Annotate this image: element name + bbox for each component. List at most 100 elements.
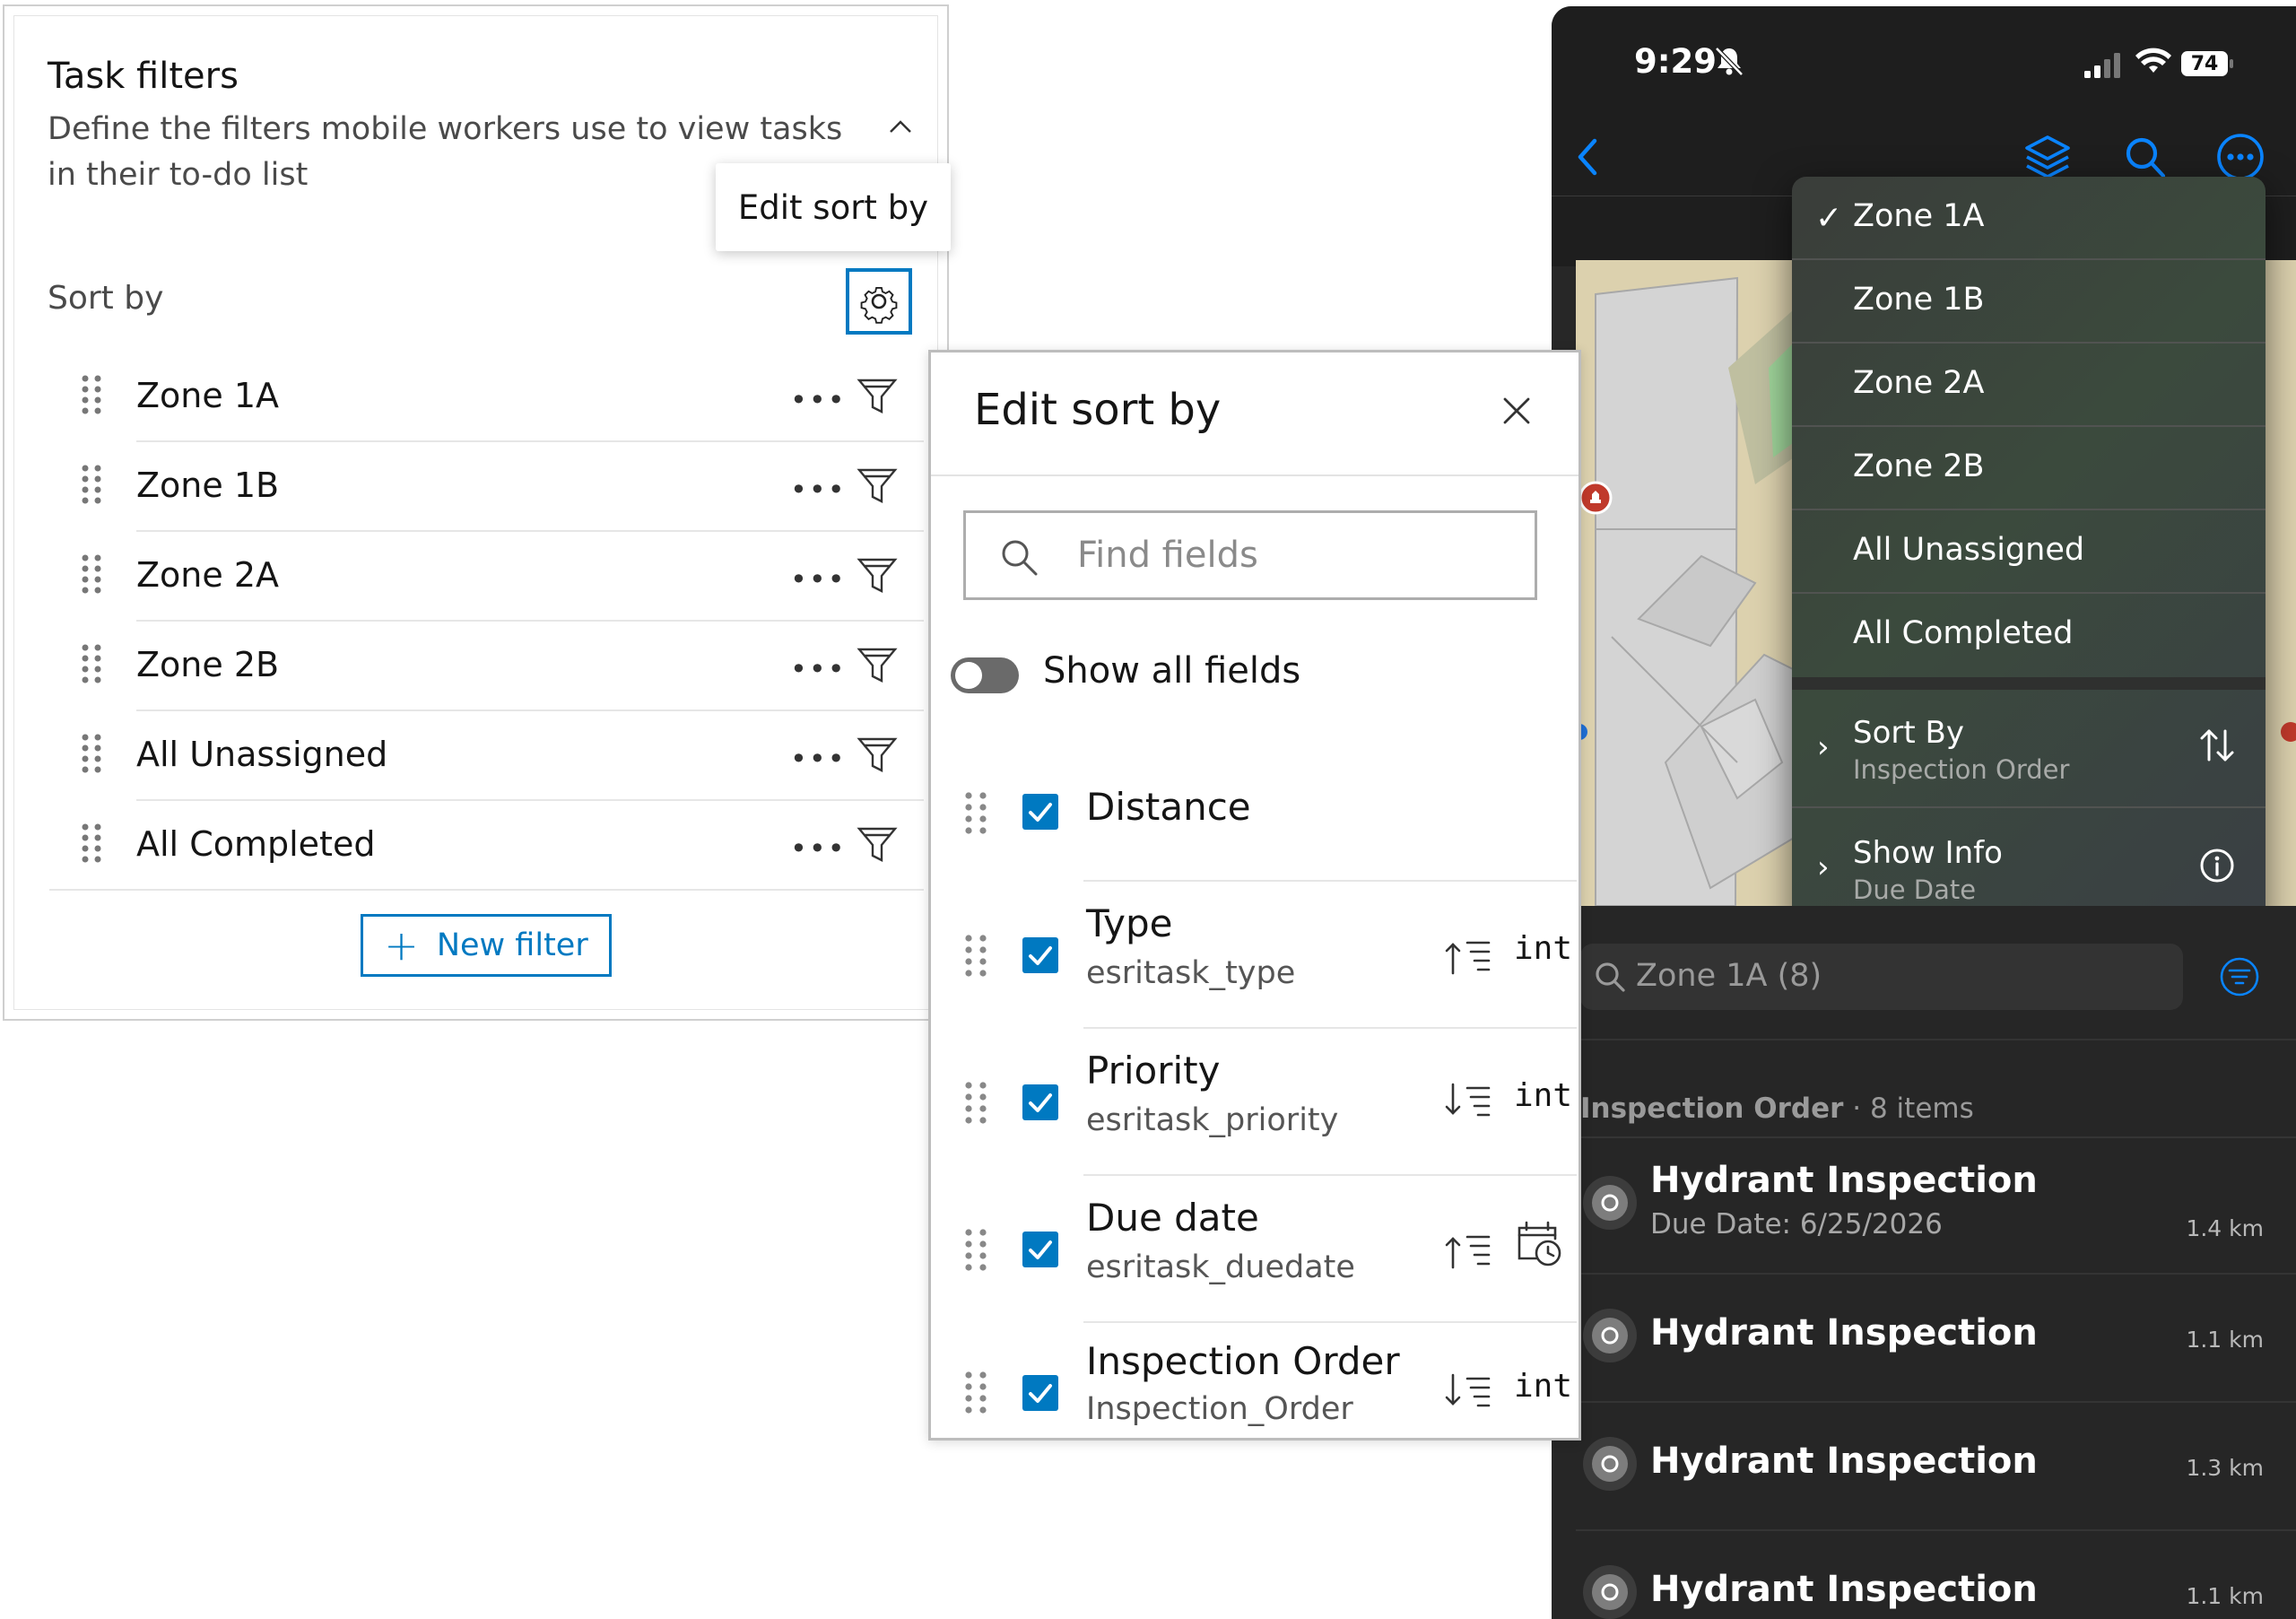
new-filter-label: New filter [436,927,588,963]
find-fields-input[interactable]: Find fields [963,510,1537,600]
menu-item-all-unassigned[interactable]: All Unassigned [1792,510,2266,594]
edit-sort-title: Edit sort by [974,385,1222,435]
field-name: Due date [1086,1196,1259,1240]
drag-handle-icon[interactable] [963,1080,988,1125]
field-checkbox[interactable] [1022,794,1058,830]
sort-field-row[interactable]: Due date esritask_duedate [931,1176,1577,1323]
filter-row[interactable]: Zone 2A ••• [49,532,924,622]
new-filter-button[interactable]: + New filter [361,914,612,977]
field-checkbox[interactable] [1022,1232,1058,1267]
filter-label: Zone 2A [136,555,279,595]
drag-handle-icon[interactable] [963,1227,988,1272]
field-checkbox[interactable] [1022,1375,1058,1411]
field-type-badge: int [1514,930,1573,967]
drag-handle-icon[interactable] [80,643,103,684]
task-status-icon [1583,1309,1637,1362]
sort-field-row[interactable]: Distance [931,747,1577,882]
drag-handle-icon[interactable] [80,553,103,595]
sort-descending-icon[interactable] [1444,1081,1494,1122]
task-title: Hydrant Inspection [1650,1441,2038,1482]
task-list-item[interactable]: Hydrant Inspection 1.1 km [1576,1529,2296,1619]
filter-label: All Unassigned [136,735,388,774]
show-info-value: Due Date [1853,875,1977,905]
show-all-fields-toggle[interactable] [951,657,1019,693]
back-chevron-icon[interactable] [1570,132,1605,182]
task-subtitle: Due Date: 6/25/2026 [1650,1208,1943,1240]
filter-row[interactable]: Zone 2B ••• [49,622,924,711]
task-distance: 1.4 km [2186,1215,2264,1241]
more-options-icon[interactable]: ••• [790,742,847,776]
sort-ascending-icon[interactable] [1444,1230,1494,1271]
funnel-icon[interactable] [857,735,898,776]
drag-handle-icon[interactable] [80,823,103,864]
sort-ascending-icon[interactable] [1444,936,1494,977]
more-options-icon[interactable]: ••• [790,383,847,417]
filter-row[interactable]: Zone 1B ••• [49,442,924,532]
funnel-icon[interactable] [857,555,898,596]
field-checkbox[interactable] [1022,937,1058,973]
search-icon [1002,540,1038,576]
more-circle-icon[interactable] [2215,132,2266,182]
filter-label: All Completed [136,824,376,864]
task-list-item[interactable]: Hydrant Inspection 1.1 km [1576,1273,2296,1401]
menu-item-zone-1a[interactable]: ✓ Zone 1A [1792,177,2266,260]
funnel-icon[interactable] [857,824,898,866]
funnel-icon[interactable] [857,645,898,686]
field-alias: esritask_type [1086,955,1296,991]
task-distance: 1.1 km [2186,1327,2264,1353]
edit-sort-by-button[interactable] [846,268,912,335]
filter-row[interactable]: All Unassigned ••• [49,711,924,801]
more-options-icon[interactable]: ••• [790,473,847,507]
drag-handle-icon[interactable] [963,1370,988,1414]
sort-descending-icon[interactable] [1444,1371,1494,1413]
group-count: · 8 items [1852,1092,1974,1125]
sort-field-row[interactable]: Type esritask_type int [931,882,1577,1029]
battery-tip [2230,59,2233,68]
task-search-field[interactable]: Zone 1A (8) [1580,944,2183,1010]
drag-handle-icon[interactable] [80,464,103,505]
menu-sort-by[interactable]: › Sort By Inspection Order [1792,690,2266,808]
filter-row[interactable]: All Completed ••• [49,801,924,891]
task-marker-icon[interactable] [1578,480,1613,516]
sort-field-row[interactable]: Inspection Order Inspection_Order int [931,1323,1577,1440]
find-fields-placeholder: Find fields [1077,535,1258,576]
task-list-item[interactable]: Hydrant Inspection Due Date: 6/25/2026 1… [1576,1136,2296,1273]
menu-item-zone-1b[interactable]: Zone 1B [1792,260,2266,344]
mobile-app-screen: 9:29 74 ✓ Zone 1A Zone 1B Zone 2A Zone 2… [1552,6,2296,1619]
info-icon [2200,849,2234,883]
task-list-item[interactable]: Hydrant Inspection 1.3 km [1576,1401,2296,1529]
funnel-icon[interactable] [857,376,898,417]
menu-item-zone-2b[interactable]: Zone 2B [1792,427,2266,510]
funnel-icon[interactable] [857,466,898,507]
field-checkbox[interactable] [1022,1084,1058,1120]
search-icon[interactable] [2122,132,2169,182]
menu-item-label: Zone 1A [1853,198,1985,234]
filter-row[interactable]: Zone 1A ••• [49,353,924,442]
filter-label: Zone 1B [136,466,280,505]
close-icon[interactable] [1496,390,1537,431]
drag-handle-icon[interactable] [963,933,988,978]
sort-by-label: Sort by [48,280,164,317]
group-header: Inspection Order · 8 items [1580,1092,1974,1125]
more-options-icon[interactable]: ••• [790,562,847,596]
check-icon [1029,1384,1052,1403]
menu-item-all-completed[interactable]: All Completed [1792,594,2266,677]
menu-item-zone-2a[interactable]: Zone 2A [1792,344,2266,427]
drag-handle-icon[interactable] [80,374,103,415]
task-title: Hydrant Inspection [1650,1569,2038,1610]
menu-item-label: Zone 2B [1853,448,1985,484]
show-all-fields-label: Show all fields [1043,650,1301,692]
wifi-icon [2135,48,2171,73]
chevron-up-icon[interactable] [885,112,916,143]
drag-handle-icon[interactable] [963,790,988,835]
plus-icon: + [384,921,419,970]
filter-list-icon[interactable] [2219,956,2260,997]
task-status-icon [1583,1565,1637,1619]
more-options-icon[interactable]: ••• [790,831,847,866]
list-divider [1576,1039,2296,1040]
field-type-badge: int [1514,1368,1573,1405]
drag-handle-icon[interactable] [80,733,103,774]
more-options-icon[interactable]: ••• [790,652,847,686]
field-alias: Inspection_Order [1086,1391,1353,1427]
sort-field-row[interactable]: Priority esritask_priority int [931,1029,1577,1176]
